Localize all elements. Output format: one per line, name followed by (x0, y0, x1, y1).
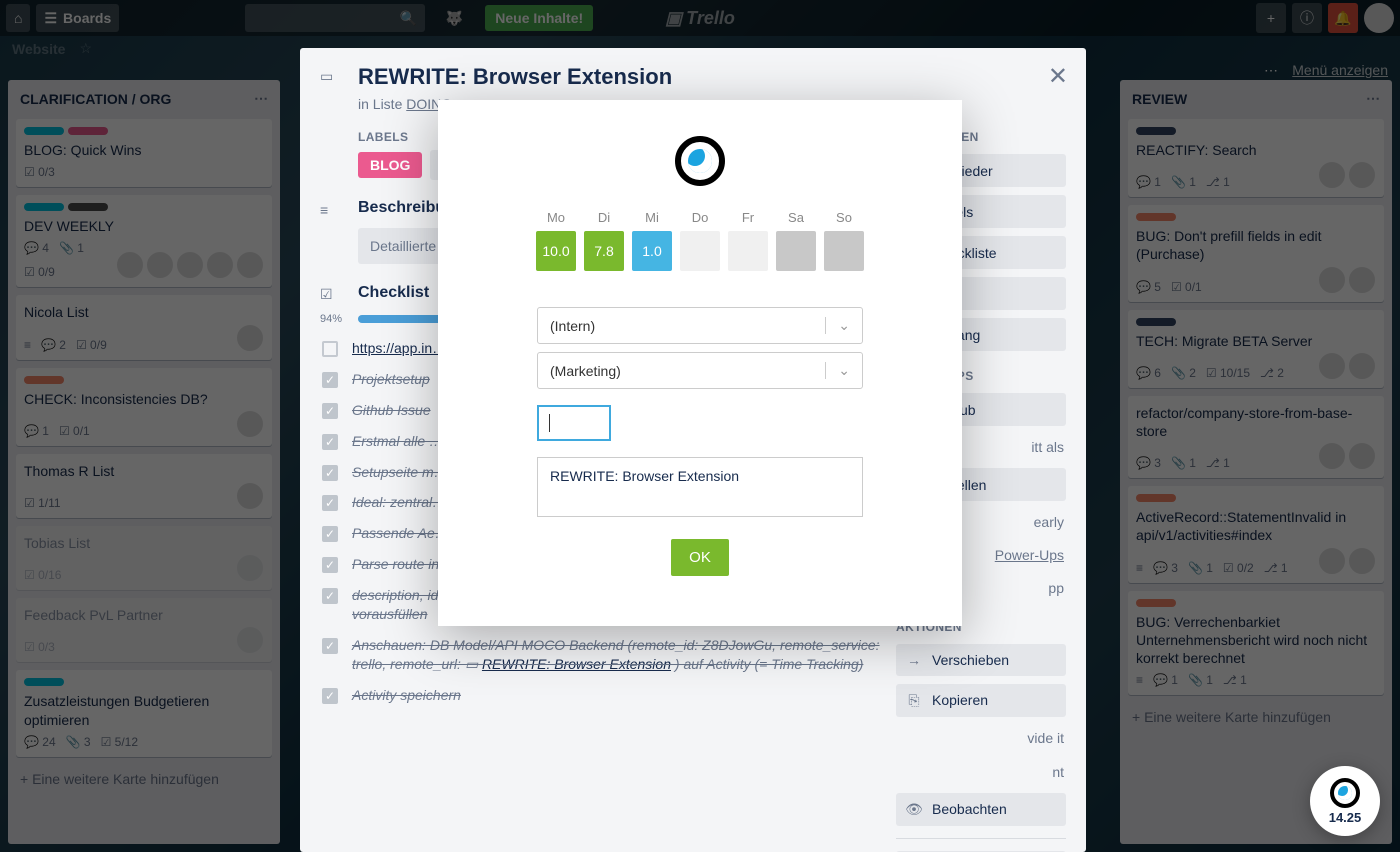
tt-day[interactable]: Mo10.0 (536, 210, 576, 271)
checkbox[interactable] (322, 588, 338, 604)
checkbox[interactable] (322, 403, 338, 419)
checkbox[interactable] (322, 465, 338, 481)
checkbox[interactable] (322, 526, 338, 542)
checkbox[interactable] (322, 688, 338, 704)
tt-day[interactable]: Sa (776, 210, 816, 271)
label-blog[interactable]: BLOG (358, 152, 422, 178)
card-icon: ▭ (320, 64, 344, 90)
tt-logo (478, 136, 922, 186)
card-title[interactable]: REWRITE: Browser Extension (358, 64, 672, 90)
tt-ok-button[interactable]: OK (671, 539, 729, 576)
tt-day[interactable]: Mi1.0 (632, 210, 672, 271)
checkbox[interactable] (322, 638, 338, 654)
chevron-down-icon: ⌄ (825, 362, 850, 379)
tt-task-select[interactable]: (Marketing)⌄ (537, 352, 863, 389)
checklist-header: Checklist (358, 284, 429, 302)
tt-hours-input[interactable] (537, 405, 611, 441)
checkbox[interactable] (322, 341, 338, 357)
tt-project-select[interactable]: (Intern)⌄ (537, 307, 863, 344)
progress-percent: 94% (320, 313, 350, 325)
time-tracker-bubble[interactable]: 14.25 (1310, 766, 1380, 836)
checklist-icon: ☑ (320, 282, 344, 303)
checkbox[interactable] (322, 372, 338, 388)
checklist-item[interactable]: Activity speichern (320, 680, 880, 711)
chevron-down-icon: ⌄ (825, 317, 850, 334)
tt-day[interactable]: So (824, 210, 864, 271)
tt-day[interactable]: Do (680, 210, 720, 271)
checkbox[interactable] (322, 434, 338, 450)
tt-description-input[interactable]: REWRITE: Browser Extension (537, 457, 863, 517)
move-button[interactable]: →Verschieben (896, 644, 1066, 676)
copy-button[interactable]: ⎘Kopieren (896, 684, 1066, 717)
tt-day[interactable]: Di7.8 (584, 210, 624, 271)
watch-button[interactable]: 👁Beobachten (896, 793, 1066, 826)
description-icon: ≡ (320, 198, 344, 218)
checkbox[interactable] (322, 495, 338, 511)
checkbox[interactable] (322, 557, 338, 573)
tt-day[interactable]: Fr (728, 210, 768, 271)
moco-eye-icon (1330, 778, 1360, 808)
close-icon[interactable]: ✕ (1048, 62, 1068, 91)
time-tracking-modal: Mo10.0Di7.8Mi1.0DoFrSaSo (Intern)⌄ (Mark… (438, 100, 962, 626)
checklist-item[interactable]: Anschauen: DB Model/API MOCO Backend (re… (320, 630, 880, 680)
